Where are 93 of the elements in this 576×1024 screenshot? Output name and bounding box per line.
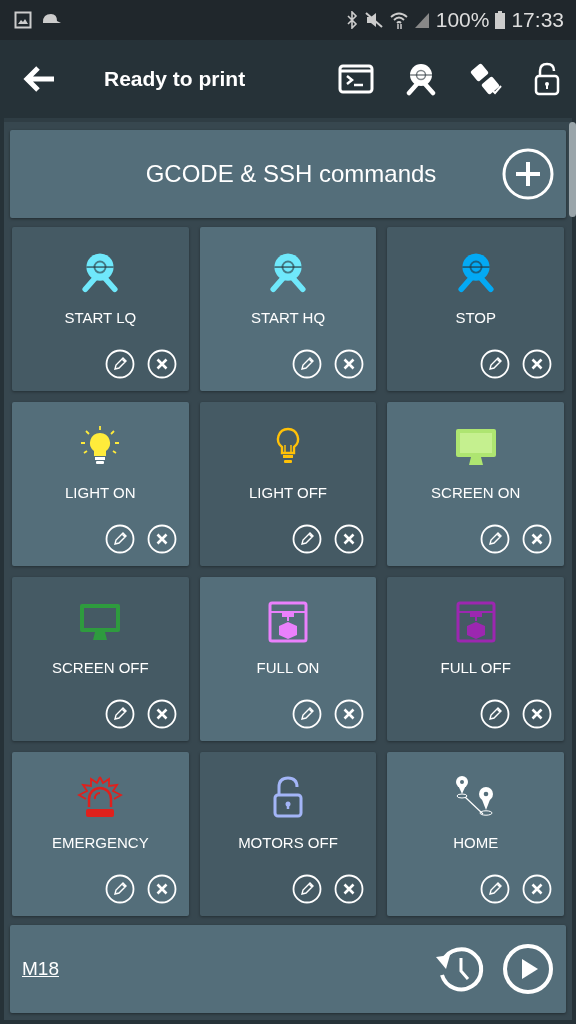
command-tile[interactable]: EMERGENCY bbox=[12, 752, 189, 916]
plus-icon bbox=[502, 148, 554, 200]
pencil-icon bbox=[480, 699, 510, 729]
command-label: LIGHT OFF bbox=[248, 484, 327, 501]
command-label: HOME bbox=[453, 834, 499, 851]
delete-button[interactable] bbox=[146, 699, 177, 729]
edit-button[interactable] bbox=[480, 524, 510, 554]
edit-button[interactable] bbox=[104, 524, 135, 554]
webcam-icon bbox=[404, 62, 438, 96]
command-label: FULL OFF bbox=[440, 659, 511, 676]
pencil-icon bbox=[292, 699, 323, 729]
command-tile[interactable]: FULL OFF bbox=[387, 577, 564, 741]
wifi-icon bbox=[389, 11, 408, 29]
plug-icon bbox=[468, 62, 504, 96]
command-label: START HQ bbox=[250, 309, 326, 326]
back-arrow-icon bbox=[22, 65, 56, 93]
pencil-icon bbox=[104, 874, 135, 904]
edit-button[interactable] bbox=[480, 349, 510, 379]
command-tile[interactable]: START LQ bbox=[12, 227, 189, 391]
pencil-icon bbox=[480, 874, 510, 904]
delete-button[interactable] bbox=[334, 524, 365, 554]
edit-button[interactable] bbox=[292, 874, 323, 904]
pencil-icon bbox=[104, 349, 135, 379]
pencil-icon bbox=[292, 874, 323, 904]
delete-button[interactable] bbox=[522, 349, 552, 379]
command-label: LIGHT ON bbox=[65, 484, 136, 501]
edit-button[interactable] bbox=[104, 699, 135, 729]
close-icon bbox=[522, 349, 552, 379]
edit-button[interactable] bbox=[292, 524, 323, 554]
command-tile[interactable]: HOME bbox=[387, 752, 564, 916]
scrollbar-thumb[interactable] bbox=[569, 122, 576, 217]
delete-button[interactable] bbox=[334, 699, 365, 729]
close-icon bbox=[334, 349, 365, 379]
add-button[interactable] bbox=[502, 148, 554, 200]
command-tile[interactable]: MOTORS OFF bbox=[199, 752, 377, 916]
delete-button[interactable] bbox=[334, 349, 365, 379]
delete-button[interactable] bbox=[522, 524, 552, 554]
battery-icon bbox=[495, 11, 506, 29]
command-label: MOTORS OFF bbox=[238, 834, 338, 851]
pencil-icon bbox=[292, 349, 323, 379]
delete-button[interactable] bbox=[522, 699, 552, 729]
delete-button[interactable] bbox=[146, 349, 177, 379]
image-icon bbox=[14, 11, 32, 29]
delete-button[interactable] bbox=[522, 874, 552, 904]
unlocked-padlock-icon bbox=[534, 62, 560, 96]
close-icon bbox=[334, 524, 365, 554]
command-field[interactable]: M18 bbox=[22, 954, 414, 984]
edit-button[interactable] bbox=[104, 349, 135, 379]
toolbar-title: Ready to print bbox=[104, 67, 247, 91]
command-tile[interactable]: LIGHT OFF bbox=[199, 402, 377, 566]
play-icon bbox=[502, 943, 554, 995]
close-icon bbox=[146, 349, 177, 379]
pencil-icon bbox=[292, 524, 323, 554]
pencil-icon bbox=[480, 524, 510, 554]
close-icon bbox=[522, 524, 552, 554]
command-tile[interactable]: LIGHT ON bbox=[12, 402, 189, 566]
close-icon bbox=[334, 874, 365, 904]
pencil-icon bbox=[104, 699, 135, 729]
command-tile[interactable]: SCREEN ON bbox=[387, 402, 564, 566]
edit-button[interactable] bbox=[480, 699, 510, 729]
terminal-icon bbox=[338, 64, 374, 94]
command-tile[interactable]: START HQ bbox=[199, 227, 377, 391]
section-title: GCODE & SSH commands bbox=[144, 160, 438, 188]
edit-button[interactable] bbox=[480, 874, 510, 904]
send-button[interactable] bbox=[502, 943, 554, 995]
command-label: STOP bbox=[455, 309, 496, 326]
command-tile[interactable]: STOP bbox=[387, 227, 564, 391]
edit-button[interactable] bbox=[104, 874, 135, 904]
mute-icon bbox=[363, 11, 384, 29]
pencil-icon bbox=[480, 349, 510, 379]
command-tile[interactable]: SCREEN OFF bbox=[12, 577, 189, 741]
delete-button[interactable] bbox=[334, 874, 365, 904]
command-tile[interactable]: FULL ON bbox=[199, 577, 377, 741]
close-icon bbox=[334, 699, 365, 729]
edit-button[interactable] bbox=[292, 349, 323, 379]
close-icon bbox=[522, 874, 552, 904]
close-icon bbox=[146, 874, 177, 904]
close-icon bbox=[146, 699, 177, 729]
clock-time: 17:33 bbox=[511, 8, 564, 32]
command-label: START LQ bbox=[64, 309, 137, 326]
battery-percent: 100% bbox=[435, 8, 490, 32]
signal-icon bbox=[413, 11, 430, 29]
command-label: EMERGENCY bbox=[52, 834, 149, 851]
pencil-icon bbox=[104, 524, 135, 554]
close-icon bbox=[522, 699, 552, 729]
delete-button[interactable] bbox=[146, 524, 177, 554]
command-label: SCREEN OFF bbox=[52, 659, 149, 676]
delete-button[interactable] bbox=[146, 874, 177, 904]
close-icon bbox=[146, 524, 177, 554]
command-label: FULL ON bbox=[256, 659, 320, 676]
edit-button[interactable] bbox=[292, 699, 323, 729]
bluetooth-icon bbox=[345, 11, 358, 29]
command-label: SCREEN ON bbox=[431, 484, 521, 501]
